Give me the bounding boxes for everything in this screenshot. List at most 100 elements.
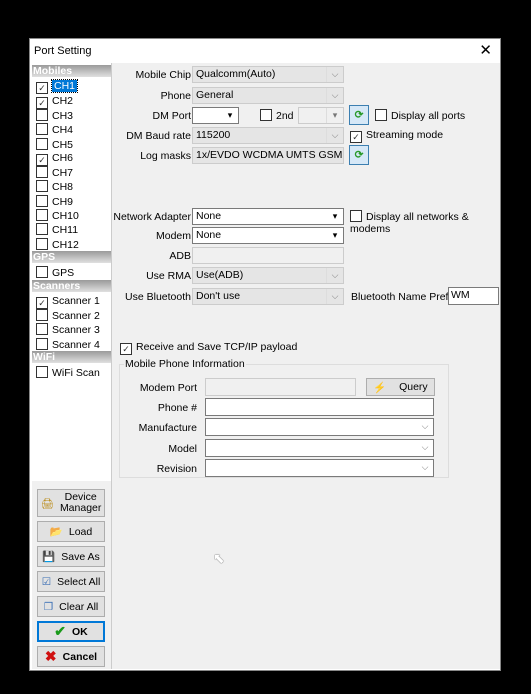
list-item[interactable]: CH11 xyxy=(36,223,78,236)
model-label: Model xyxy=(168,443,197,455)
list-item[interactable]: CH9 xyxy=(36,194,73,208)
list-item-label: CH1 xyxy=(50,79,79,94)
checkmark-icon: ✔ xyxy=(54,623,66,639)
checkbox[interactable] xyxy=(36,166,48,179)
dm-port-select[interactable]: ▾ xyxy=(192,107,239,124)
chevron-down-icon: ⌵ xyxy=(326,268,343,283)
list-item[interactable]: CH8 xyxy=(36,180,73,193)
checkbox[interactable] xyxy=(36,309,48,322)
dropdown-arrow-icon: ▾ xyxy=(332,230,338,240)
checkbox[interactable]: ✓ xyxy=(36,96,48,109)
checkbox[interactable]: ✓ xyxy=(36,153,48,166)
manufacture-select[interactable]: ⌵ xyxy=(205,418,434,436)
list-item[interactable]: ✓ Scanner 1 xyxy=(36,294,100,309)
second-port-select[interactable]: ▾ xyxy=(298,107,344,124)
list-item[interactable]: CH3 xyxy=(36,108,74,122)
list-item[interactable]: CH7 xyxy=(36,166,73,179)
revision-select[interactable]: ⌵ xyxy=(205,459,434,477)
checkbox[interactable] xyxy=(36,337,48,350)
checkbox[interactable] xyxy=(36,123,48,136)
cancel-label: Cancel xyxy=(62,650,98,663)
save-as-button[interactable]: 💾 Save As xyxy=(37,546,105,567)
second-port-checkbox[interactable]: 2nd xyxy=(260,109,294,122)
adb-field xyxy=(192,247,344,264)
checkbox[interactable] xyxy=(36,137,48,150)
network-adapter-label: Network Adapter xyxy=(113,211,191,223)
modem-port-label: Modem Port xyxy=(139,382,197,394)
use-rma-select[interactable]: Use(ADB) ⌵ xyxy=(192,267,344,284)
checkbox[interactable] xyxy=(36,237,48,250)
modem-select[interactable]: None ▾ xyxy=(192,227,344,244)
modem-value: None xyxy=(196,229,222,241)
checkbox[interactable] xyxy=(36,180,48,193)
use-rma-label: Use RMA xyxy=(146,270,191,282)
log-masks-button[interactable]: ⟳ xyxy=(349,145,369,165)
list-item[interactable]: ✓ CH2 xyxy=(36,95,73,109)
refresh-ports-button[interactable]: ⟳ xyxy=(349,105,369,125)
mobile-chip-select[interactable]: Qualcomm(Auto) ⌵ xyxy=(192,66,344,83)
list-item[interactable]: Scanner 3 xyxy=(36,323,100,336)
list-item-label: CH4 xyxy=(52,124,74,137)
phone-select[interactable]: General ⌵ xyxy=(192,87,344,104)
dropdown-arrow-icon: ▾ xyxy=(332,211,338,221)
checkbox[interactable] xyxy=(36,266,48,279)
list-item-label: Scanner 3 xyxy=(52,324,100,337)
network-adapter-select[interactable]: None ▾ xyxy=(192,208,344,225)
ok-label: OK xyxy=(71,625,88,638)
tcpip-payload-label: Receive and Save TCP/IP payload xyxy=(136,341,298,353)
use-bluetooth-select[interactable]: Don't use ⌵ xyxy=(192,288,344,305)
checkbox[interactable] xyxy=(36,209,48,221)
list-item[interactable]: Scanner 2 xyxy=(36,309,100,322)
clear-all-button[interactable]: ❐ Clear All xyxy=(37,596,105,617)
cancel-button[interactable]: ✖ Cancel xyxy=(37,646,105,667)
mobile-chip-label: Mobile Chip xyxy=(135,69,191,81)
list-item[interactable]: CH5 xyxy=(36,137,74,151)
bluetooth-prefix-input[interactable]: WM xyxy=(448,287,499,305)
dm-baud-rate-select[interactable]: 115200 ⌵ xyxy=(192,127,344,144)
checkbox[interactable] xyxy=(36,223,48,236)
close-icon[interactable]: ✕ xyxy=(479,41,492,59)
list-item[interactable]: CH4 xyxy=(36,123,73,136)
checkbox[interactable]: ✓ xyxy=(36,82,48,95)
list-item[interactable]: CH12 xyxy=(36,237,79,251)
display-all-networks-checkbox[interactable]: Display all networks & modems xyxy=(350,210,500,235)
load-label: Load xyxy=(68,525,93,538)
list-item[interactable]: CH10 xyxy=(36,209,79,222)
clear-all-icon: ❐ xyxy=(43,600,54,613)
tcpip-payload-checkbox[interactable]: ✓ Receive and Save TCP/IP payload xyxy=(120,341,297,355)
device-manager-button[interactable]: 🖨 Device Manager xyxy=(37,489,105,517)
list-item-label: CH3 xyxy=(52,109,74,122)
folder-icon: 📂 xyxy=(49,526,63,538)
checkbox[interactable] xyxy=(36,366,48,379)
display-all-ports-label: Display all ports xyxy=(391,110,466,122)
streaming-mode-checkbox[interactable]: ✓ Streaming mode xyxy=(350,129,443,143)
dropdown-arrow-icon: ▾ xyxy=(227,110,233,120)
use-rma-value: Use(ADB) xyxy=(196,269,244,281)
device-list[interactable]: Mobiles ✓ CH1 ✓ CH2 CH3 CH4 CH5 ✓ CH6 CH7 CH8 CH9 CH1… xyxy=(32,63,111,481)
load-button[interactable]: 📂 Load xyxy=(37,521,105,542)
display-all-ports-checkbox[interactable]: Display all ports xyxy=(375,109,465,122)
query-button[interactable]: ⚡ Query xyxy=(366,378,435,396)
list-item-label: CH12 xyxy=(52,238,79,251)
dm-port-label: DM Port xyxy=(152,110,191,122)
checkbox[interactable] xyxy=(36,108,48,121)
checkbox[interactable]: ✓ xyxy=(36,296,48,309)
list-item[interactable]: GPS xyxy=(36,266,74,279)
phone-number-input[interactable] xyxy=(205,398,434,416)
checkbox[interactable] xyxy=(36,194,48,207)
list-item-label: Scanner 1 xyxy=(52,294,100,307)
list-item[interactable]: ✓ CH1 xyxy=(36,79,79,95)
list-item[interactable]: ✓ CH6 xyxy=(36,152,73,166)
ok-button[interactable]: ✔ OK xyxy=(37,621,105,642)
checkbox[interactable] xyxy=(36,323,48,336)
list-item-label: CH5 xyxy=(52,138,74,151)
log-masks-field[interactable]: 1x/EVDO WCDMA UMTS GSM LT xyxy=(192,147,344,164)
settings-panel: Mobile Chip Qualcomm(Auto) ⌵ Phone Genera… xyxy=(112,63,500,669)
select-all-button[interactable]: ☑ Select All xyxy=(37,571,105,592)
model-select[interactable]: ⌵ xyxy=(205,439,434,457)
chevron-down-icon: ⌵ xyxy=(421,442,429,452)
lightning-icon: ⚡ xyxy=(373,381,387,394)
manufacture-label: Manufacture xyxy=(138,422,197,434)
list-item[interactable]: Scanner 4 xyxy=(36,337,100,351)
list-item[interactable]: WiFi Scan xyxy=(36,366,100,379)
